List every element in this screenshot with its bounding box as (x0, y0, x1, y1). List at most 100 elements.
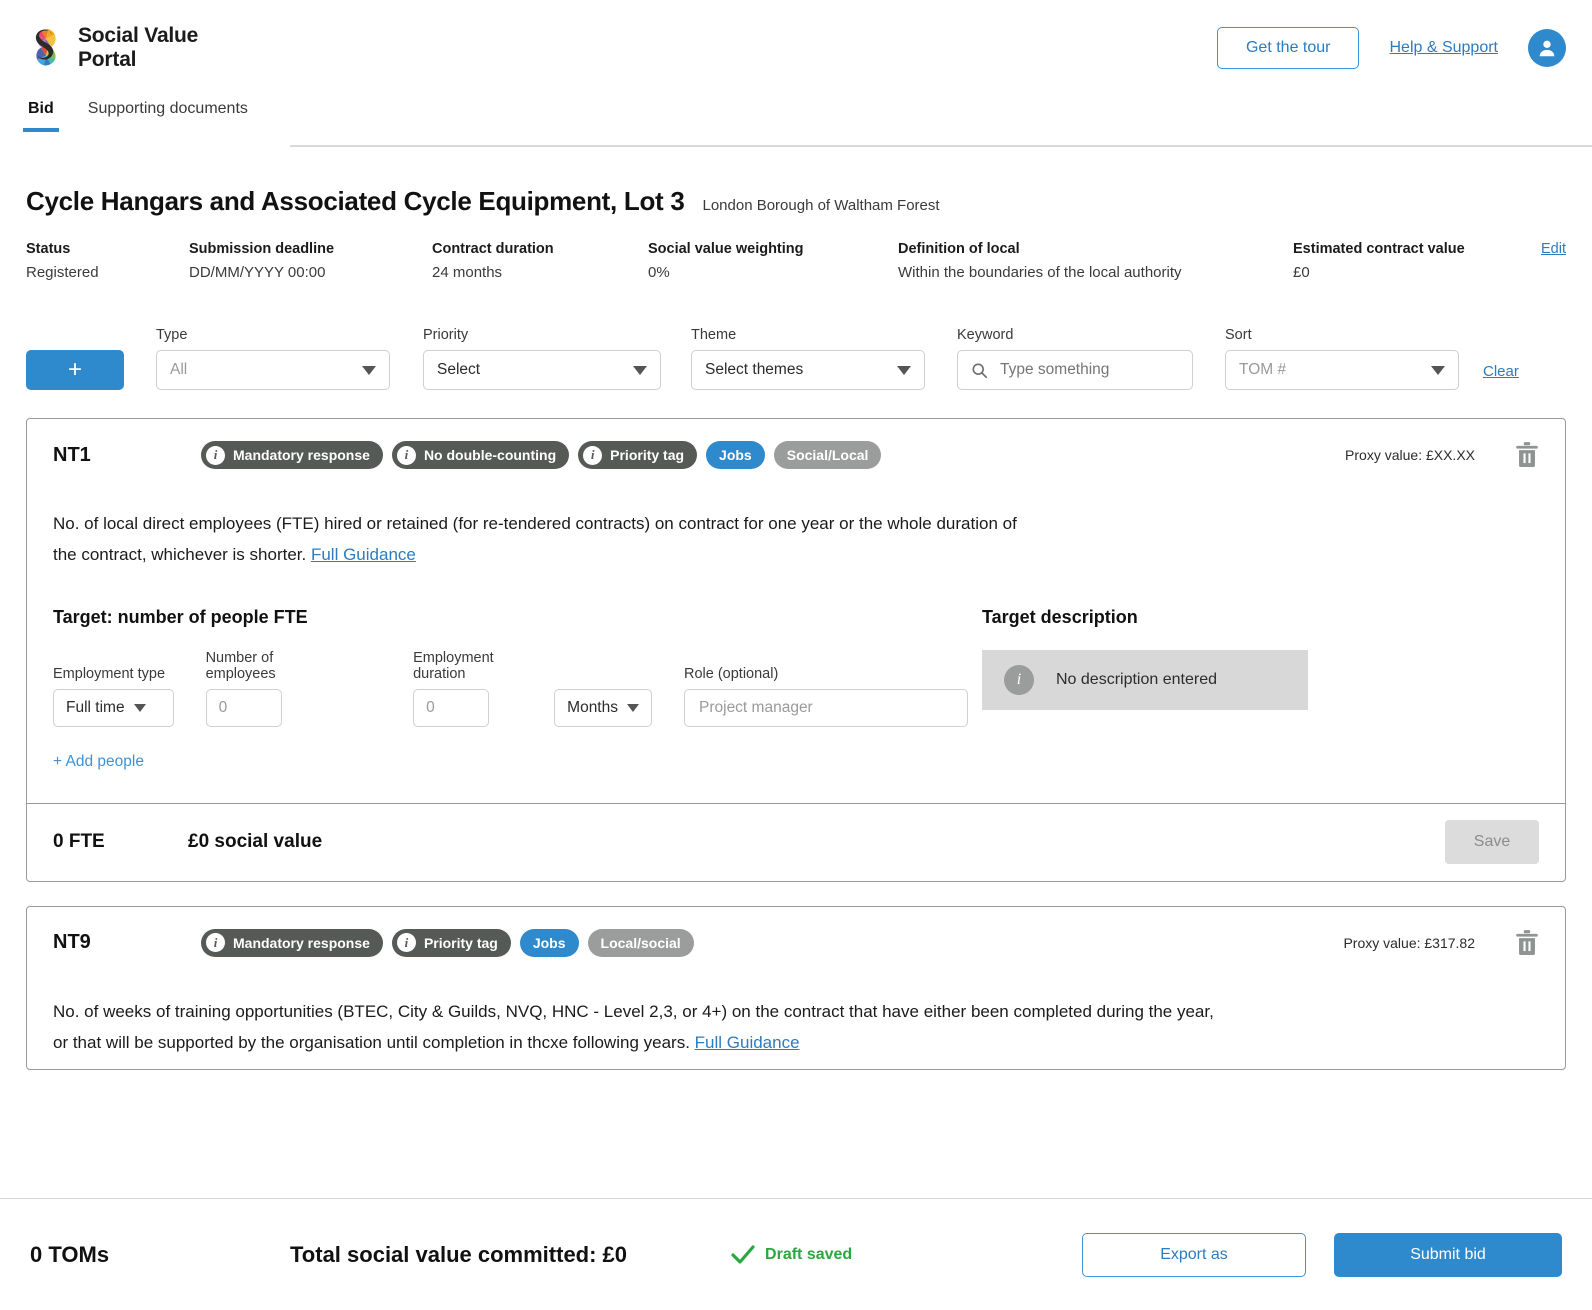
meta-definition-of-local-label: Definition of local (898, 241, 1020, 257)
filter-sort-select[interactable]: TOM # (1225, 350, 1459, 390)
description-column: Target description i No description ente… (968, 607, 1539, 771)
keyword-search-field[interactable] (957, 350, 1193, 390)
tag-mandatory-response[interactable]: i Mandatory response (201, 928, 383, 957)
filter-type-value: All (170, 361, 188, 378)
target-column: Target: number of people FTE Employment … (53, 607, 968, 771)
trash-icon (1516, 929, 1538, 955)
employment-type-select[interactable]: Full time (53, 688, 174, 727)
total-social-value: Total social value committed: £0 (290, 1241, 628, 1267)
brand-logo[interactable]: Social Value Portal (26, 24, 198, 71)
footer-fte-total: 0 FTE (53, 831, 105, 853)
target-description-title: Target description (982, 606, 1138, 627)
meta-submission-deadline-label: Submission deadline (189, 241, 335, 257)
meta-definition-of-local: Definition of local Within the boundarie… (898, 241, 1293, 281)
tab-supporting-documents[interactable]: Supporting documents (86, 96, 250, 132)
employment-duration-group: Employment duration 0 (413, 650, 540, 727)
tag-label: Local/social (600, 934, 681, 951)
tom-card-list: NT1 i Mandatory response i No double-cou… (0, 418, 1592, 1070)
target-title: Target: number of people FTE (53, 606, 308, 627)
tag-jobs[interactable]: Jobs (519, 928, 579, 957)
employment-type-value: Full time (66, 698, 125, 716)
role-group: Role (optional) Project manager (684, 666, 968, 727)
meta-estimated-contract-value-value: £0 (1293, 264, 1310, 281)
tag-social-local[interactable]: Social/Local (773, 441, 882, 469)
tag-label: Mandatory response (233, 934, 370, 951)
edit-link[interactable]: Edit (1541, 241, 1566, 257)
tag-priority[interactable]: i Priority tag (578, 441, 698, 469)
user-avatar-button[interactable] (1528, 29, 1566, 67)
filter-sort-value: TOM # (1239, 361, 1287, 378)
filter-type-select[interactable]: All (156, 350, 390, 390)
duration-unit-select[interactable]: Months (554, 688, 652, 727)
full-guidance-link[interactable]: Full Guidance (695, 1033, 800, 1052)
info-icon: i (583, 445, 603, 465)
tag-label: Mandatory response (233, 447, 370, 463)
draft-status-text: Draft saved (765, 1245, 853, 1263)
employment-duration-input[interactable]: 0 (413, 688, 490, 727)
tom-card-header: NT1 i Mandatory response i No double-cou… (27, 419, 1565, 487)
tag-jobs[interactable]: Jobs (706, 441, 765, 469)
help-and-support-link[interactable]: Help & Support (1389, 39, 1498, 57)
proxy-value: Proxy value: £XX.XX (1345, 447, 1475, 463)
info-icon: i (396, 445, 416, 465)
target-description-empty-box[interactable]: i No description entered (982, 649, 1308, 710)
add-people-link[interactable]: + Add people (53, 753, 144, 771)
main-tabs: Bid Supporting documents (0, 96, 1592, 148)
tag-priority[interactable]: i Priority tag (391, 928, 511, 957)
export-as-button[interactable]: Export as (1082, 1232, 1306, 1277)
tag-label: Jobs (532, 934, 566, 951)
filter-theme-select[interactable]: Select themes (691, 350, 925, 390)
meta-status-value: Registered (26, 264, 99, 281)
tab-bid[interactable]: Bid (23, 96, 59, 132)
submit-bid-button[interactable]: Submit bid (1334, 1232, 1562, 1277)
tom-tag-row: i Mandatory response i Priority tag Jobs… (201, 928, 694, 957)
role-input[interactable]: Project manager (684, 688, 968, 727)
bid-organisation: London Borough of Waltham Forest (702, 197, 940, 214)
app-header: Social Value Portal Get the tour Help & … (0, 0, 1592, 96)
search-input[interactable] (998, 360, 1179, 380)
employment-type-group: Employment type Full time (53, 666, 174, 727)
info-icon: i (1004, 664, 1034, 695)
filter-sort: Sort TOM # (1225, 327, 1459, 390)
employment-duration-label: Employment duration (413, 649, 494, 682)
tag-local-social[interactable]: Local/social (587, 928, 694, 957)
save-button[interactable]: Save (1445, 820, 1539, 865)
full-guidance-link[interactable]: Full Guidance (311, 545, 416, 564)
number-of-employees-input[interactable]: 0 (205, 688, 282, 727)
chevron-down-icon (627, 703, 639, 712)
target-input-row: Employment type Full time Number of empl… (53, 650, 968, 727)
chevron-down-icon (897, 365, 911, 375)
duration-unit-value: Months (567, 698, 618, 716)
header-actions: Get the tour Help & Support (1216, 27, 1566, 69)
tag-mandatory-response[interactable]: i Mandatory response (201, 441, 383, 469)
filter-priority-select[interactable]: Select (423, 350, 661, 390)
employment-type-label: Employment type (53, 665, 166, 682)
delete-tom-button[interactable] (1497, 441, 1557, 469)
page-title: Cycle Hangars and Associated Cycle Equip… (26, 186, 685, 216)
meta-submission-deadline-value: DD/MM/YYYY 00:00 (189, 264, 326, 281)
get-the-tour-button[interactable]: Get the tour (1216, 27, 1360, 69)
tom-description: No. of weeks of training opportunities (… (27, 975, 1257, 1059)
meta-definition-of-local-value: Within the boundaries of the local autho… (898, 264, 1182, 281)
clear-filters-link[interactable]: Clear (1483, 363, 1519, 390)
tom-code: NT1 (53, 443, 91, 466)
filter-theme-label: Theme (691, 327, 737, 343)
delete-tom-button[interactable] (1497, 929, 1557, 957)
tabs-divider (290, 145, 1592, 147)
tag-label: Jobs (719, 447, 752, 463)
add-tom-button[interactable]: + (26, 350, 124, 390)
meta-estimated-contract-value: Estimated contract value £0 (1293, 241, 1493, 281)
chevron-down-icon (362, 365, 376, 375)
tom-description: No. of local direct employees (FTE) hire… (27, 487, 1057, 571)
tag-no-double-counting[interactable]: i No double-counting (391, 441, 570, 469)
tom-description-text: No. of local direct employees (FTE) hire… (53, 514, 1017, 564)
proxy-value: Proxy value: £317.82 (1343, 934, 1475, 951)
meta-social-value-weighting: Social value weighting 0% (648, 241, 898, 281)
info-icon: i (206, 933, 225, 953)
filter-type: Type All (156, 327, 390, 390)
tom-card-footer: 0 FTE £0 social value Save (27, 802, 1565, 881)
chevron-down-icon (133, 703, 146, 712)
info-icon: i (396, 933, 416, 953)
filter-theme: Theme Select themes (691, 327, 925, 390)
tom-card-header: NT9 i Mandatory response i Priority tag … (27, 907, 1565, 975)
